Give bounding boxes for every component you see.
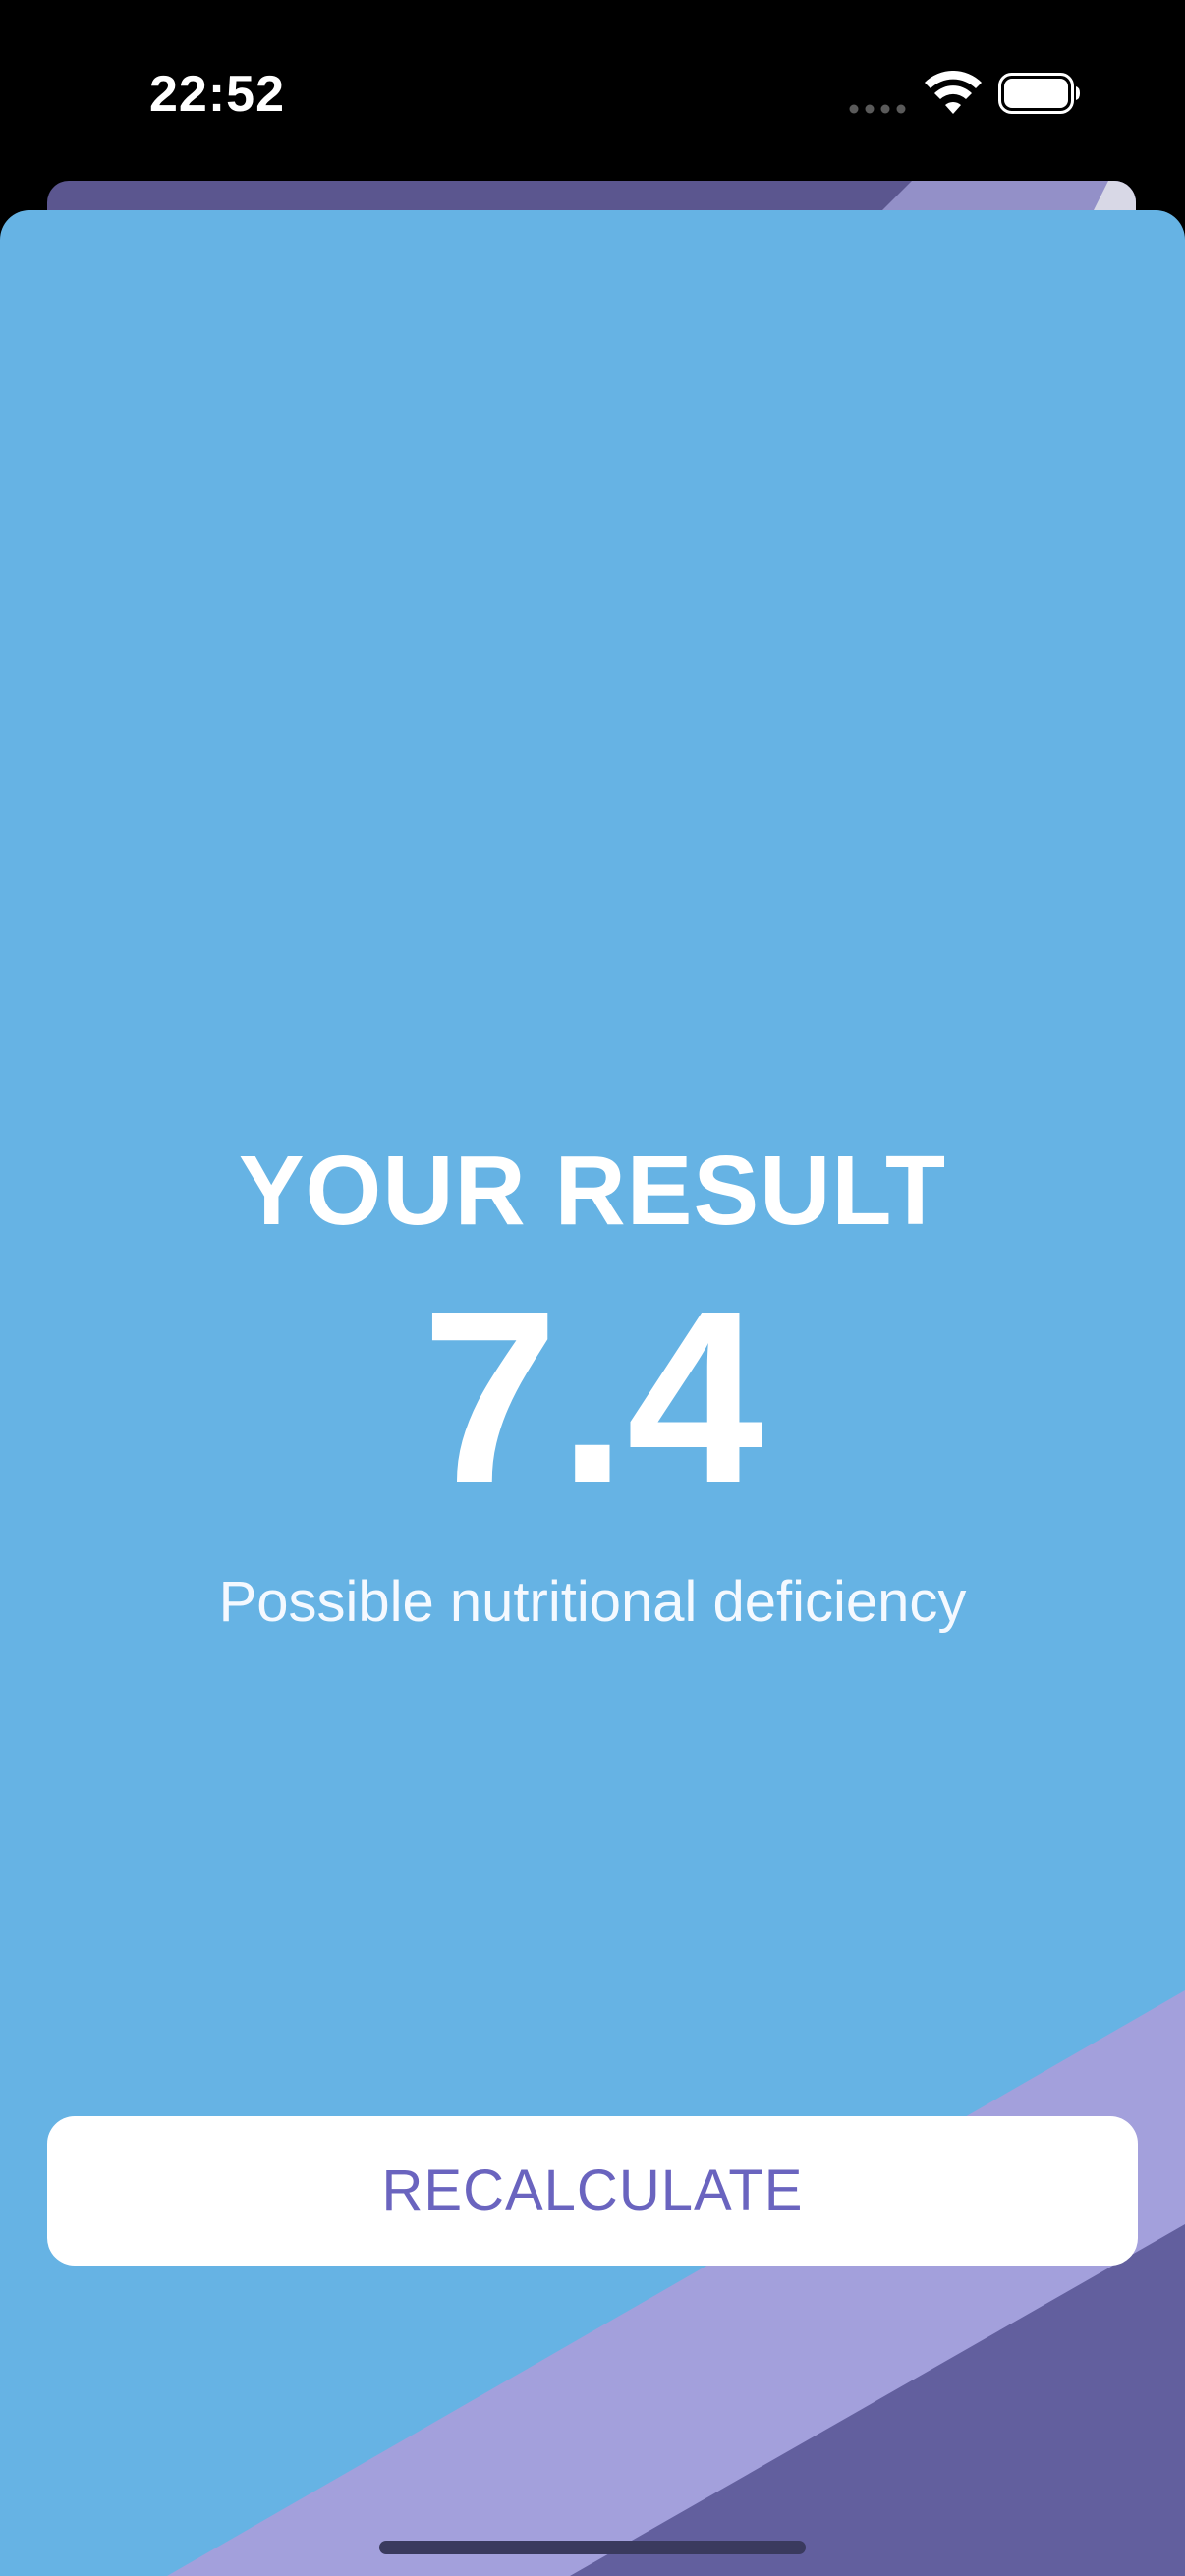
result-title: YOUR RESULT	[238, 1136, 947, 1246]
recalculate-button[interactable]: RECALCULATE	[47, 2116, 1138, 2266]
home-indicator[interactable]	[379, 2541, 806, 2554]
wifi-icon	[925, 71, 982, 114]
battery-icon	[998, 73, 1080, 114]
status-bar: 22:52	[0, 0, 1185, 187]
result-block: YOUR RESULT 7.4 Possible nutritional def…	[0, 1132, 1185, 1637]
status-time: 22:52	[149, 66, 285, 123]
result-value: 7.4	[422, 1260, 763, 1534]
result-screen: 22:52 YOUR RESULT 7.4 Possible nutrition…	[0, 0, 1185, 2576]
result-message: Possible nutritional deficiency	[218, 1570, 967, 1634]
signal-dots-icon	[849, 104, 906, 114]
